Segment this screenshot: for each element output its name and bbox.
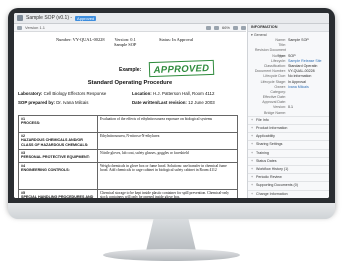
section-label: Change Information: [256, 191, 288, 196]
row-value: Evaluation of the effects of ethylnitros…: [97, 115, 238, 133]
zoom-out-icon[interactable]: [213, 25, 219, 30]
section-label: Training: [256, 150, 269, 155]
table-row: #1 PROCESS: Evaluation of the effects of …: [18, 115, 238, 133]
table-row: #2 HAZARDOUS CHEMICALS AND/OR CLASS OF HA…: [18, 132, 238, 150]
section-label: Workflow History (1): [256, 166, 289, 171]
info-section-toggle[interactable]: + Applicability: [248, 132, 329, 140]
monitor-stand: [146, 219, 196, 251]
table-row: #3 PERSONAL PROTECTIVE EQUIPMENT: Nitrile…: [18, 149, 238, 163]
search-icon[interactable]: [205, 25, 211, 30]
row-key: #5SPECIAL HANDLING PROCEDURES AND STORAG…: [18, 189, 98, 198]
prepared-date-row: SOP prepared by: Dr. Ivana Milcais Date …: [14, 99, 246, 106]
sop-table: #1 PROCESS: Evaluation of the effects of …: [18, 115, 238, 198]
row-value: Ethylnitrosourea, N-nitroso-N-ethylurea: [97, 132, 238, 150]
info-section-toggle[interactable]: + Workflow History (1): [248, 164, 329, 173]
row-key: #3 PERSONAL PROTECTIVE EQUIPMENT:: [18, 149, 98, 163]
property-value: [288, 111, 329, 116]
lab-location-row: Laboratory: Cell Biology Effectors Respo…: [14, 90, 246, 97]
document-status: Status: In Approval: [159, 37, 194, 42]
date-value: 12 June 2003: [188, 100, 215, 105]
info-section-toggle[interactable]: + Supporting Documents (0): [248, 181, 329, 189]
section-label: Periodic Review: [256, 175, 282, 180]
row-key: #4 ENGINEERING CONTROLS:: [18, 162, 98, 190]
info-section-toggle[interactable]: + Product Information: [248, 124, 329, 132]
status-badge: Approved: [75, 15, 97, 21]
row-key: #1 PROCESS:: [18, 115, 98, 133]
approved-stamp: APPROVED: [148, 59, 215, 78]
info-section-toggle[interactable]: + File Info: [248, 115, 329, 124]
section-label: Status Dates: [256, 158, 277, 163]
info-section-toggle[interactable]: + Training: [248, 148, 329, 157]
table-row: #5SPECIAL HANDLING PROCEDURES AND STORAG…: [18, 189, 238, 198]
document-viewer: Number: VY-QUAL-00228 Version: 0.1 Sampl…: [14, 33, 246, 198]
zoom-in-icon[interactable]: [233, 25, 238, 30]
document-title: Standard Operating Procedure: [87, 80, 173, 86]
row-value: Nitrile gloves, lab coat, safety glasses…: [97, 149, 238, 163]
document-number: Number: VY-QUAL-00228: [56, 37, 105, 42]
location-label: Location:: [132, 91, 152, 96]
section-label: Applicability: [256, 134, 275, 139]
document-header: Number: VY-QUAL-00228 Version: 0.1 Sampl…: [14, 36, 246, 50]
information-pane: INFORMATION ▾ General Name: Sample SOP Tit…: [247, 24, 329, 198]
document-toolbar: Version 1.1 66%: [14, 24, 246, 32]
row-value: Weigh chemicals in glove box or fume hoo…: [97, 162, 238, 190]
info-section-toggle[interactable]: + Sharing Settings: [248, 140, 329, 148]
row-value: Chemical storage to be kept inside plast…: [97, 189, 238, 198]
date-label: Date written/Last revision:: [132, 100, 187, 105]
doc-type-text: Sample SOP: [114, 42, 137, 47]
information-header: INFORMATION: [248, 24, 329, 32]
table-row: #4 ENGINEERING CONTROLS: Weigh chemicals …: [18, 162, 238, 190]
info-section-toggle[interactable]: + Status Dates: [248, 156, 329, 165]
monitor-chin: [8, 203, 335, 219]
download-icon[interactable]: [241, 25, 246, 30]
document-version: Version: 0.1 Sample SOP: [114, 37, 136, 47]
section-label: Supporting Documents (0): [256, 183, 298, 188]
zoom-level[interactable]: 66%: [222, 24, 230, 32]
prepared-label: SOP prepared by:: [18, 100, 56, 105]
laboratory-label: Laboratory:: [18, 91, 43, 96]
section-label: Product Information: [256, 126, 288, 130]
info-sections: + File Info + Product Information + Applicabi…: [248, 115, 329, 198]
laboratory-value: Cell Biology Effectors Response: [43, 91, 107, 96]
monitor-base: [103, 249, 240, 261]
location-value: H.J. Patterson Hall, Room 4112: [153, 91, 215, 96]
general-properties: Name: Sample SOP Title: Revision Document N…: [248, 38, 329, 116]
back-icon[interactable]: [17, 25, 22, 30]
document-icon: [17, 15, 23, 21]
example-label: Example:: [119, 67, 142, 73]
screen: Sample SOP (v0.1) - Approved Version 1.1…: [14, 13, 329, 198]
row-key: #2 HAZARDOUS CHEMICALS AND/OR CLASS OF HA…: [18, 132, 98, 150]
info-section-toggle[interactable]: + Change Information: [248, 189, 329, 198]
version-label: Version 1.1: [25, 24, 46, 30]
title-bar: Sample SOP (v0.1) - Approved: [14, 13, 329, 24]
property-key: Bridge Name:: [264, 110, 286, 115]
info-section-toggle[interactable]: + Periodic Review: [248, 173, 329, 181]
window-title: Sample SOP (v0.1) -: [26, 15, 73, 21]
section-label: Sharing Settings: [256, 142, 283, 147]
prepared-value: Dr. Ivana Milcais: [56, 100, 89, 105]
section-label: File Info: [256, 117, 269, 122]
property-row: Bridge Name:: [248, 111, 329, 116]
